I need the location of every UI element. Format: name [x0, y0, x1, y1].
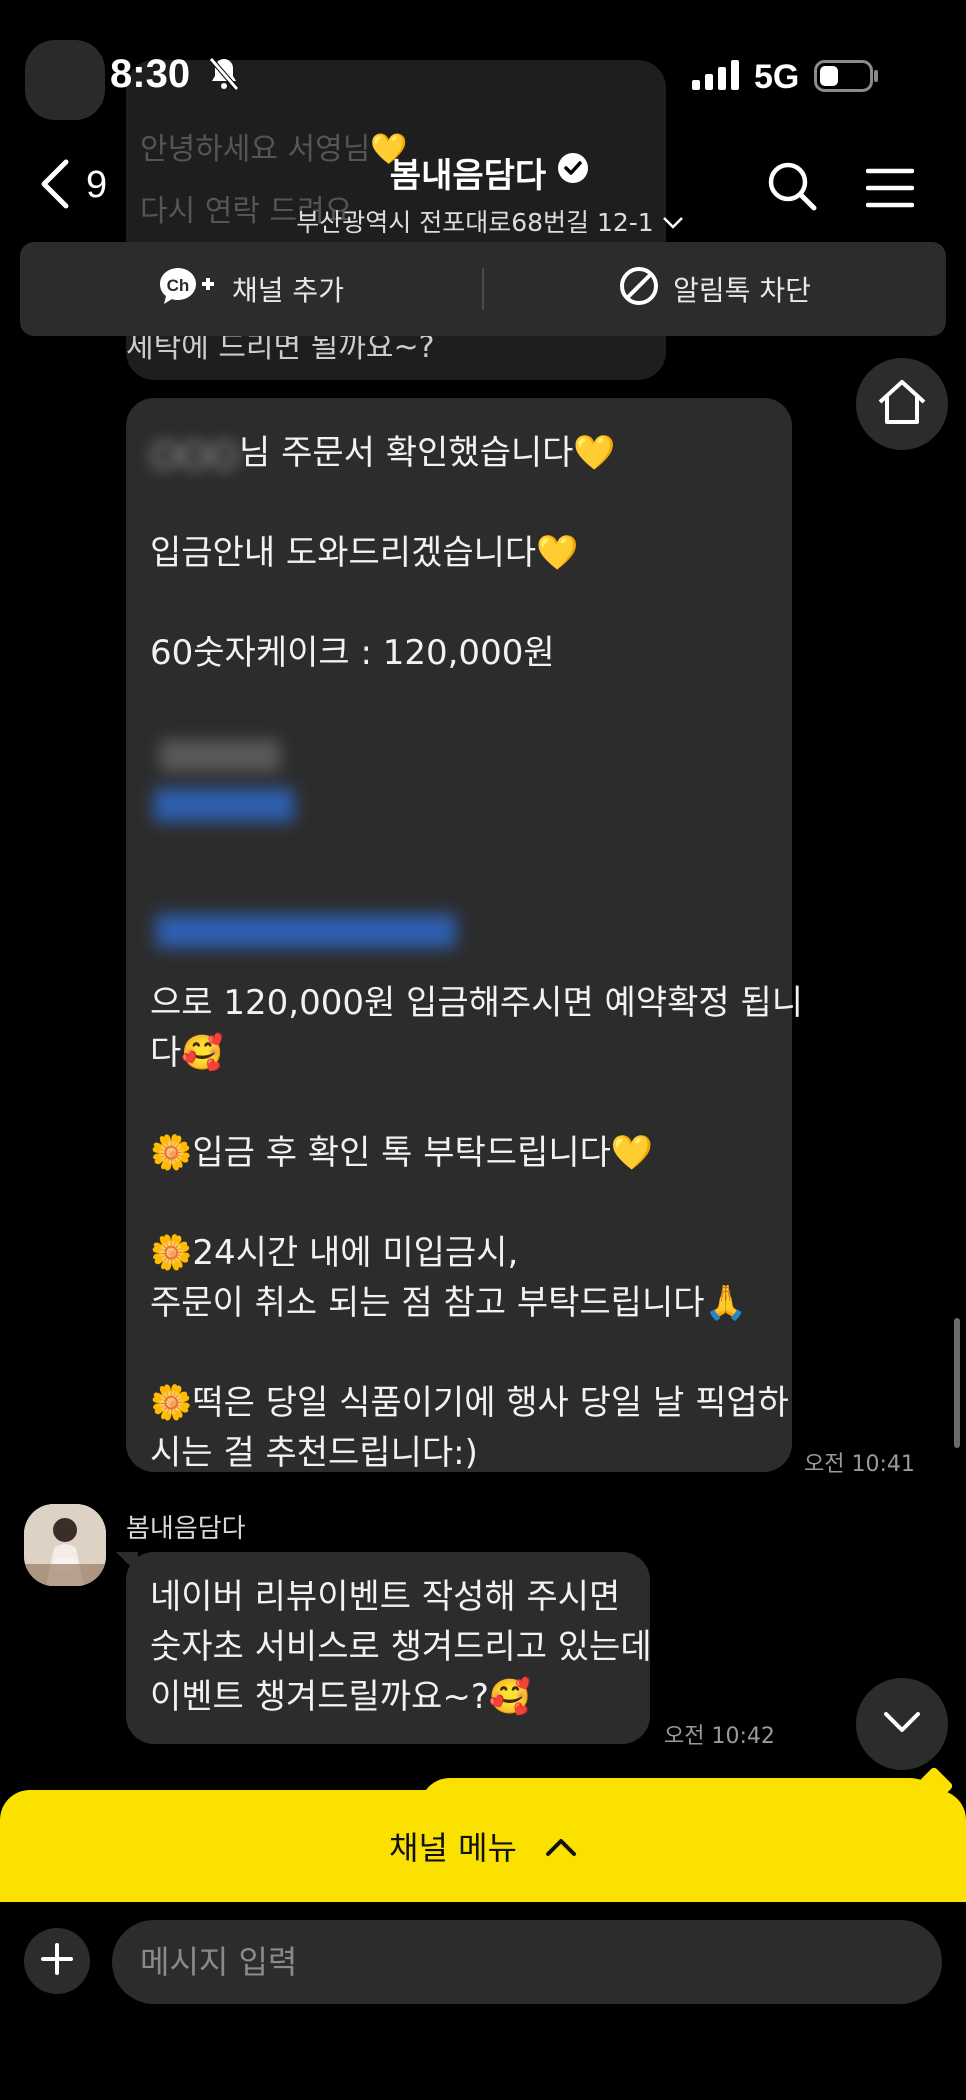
- chat-address: 부산광역시 전포대로68번길 12-1: [296, 208, 654, 237]
- block-alimtalk-label: 알림톡 차단: [673, 274, 811, 307]
- chevron-down-icon: [882, 1710, 922, 1738]
- back-button[interactable]: [38, 158, 72, 214]
- sender-name: 봄내음담다: [126, 1514, 246, 1544]
- message-input[interactable]: [112, 1920, 942, 2004]
- block-alimtalk-button[interactable]: 알림톡 차단: [484, 266, 946, 313]
- unread-count[interactable]: 9: [86, 164, 107, 207]
- redacted-account-number-bar: [156, 914, 456, 948]
- background-avatar: [25, 40, 105, 120]
- plus-icon: [40, 1942, 74, 1980]
- add-channel-label: 채널 추가: [232, 274, 344, 307]
- message-line: 이벤트 챙겨드릴까요~?🥰: [150, 1677, 532, 1717]
- message-line: 🌼입금 후 확인 톡 부탁드립니다💛: [150, 1133, 654, 1173]
- chat-title-row: 봄내음담다: [390, 148, 590, 197]
- bell-muted-icon: [208, 56, 240, 96]
- message-line: ○○○님 주문서 확인했습니다💛: [150, 433, 616, 473]
- message-line: 숫자초 서비스로 챙겨드리고 있는데: [150, 1627, 652, 1667]
- message-line: [150, 478, 768, 528]
- message-bubble[interactable]: ○○○님 주문서 확인했습니다💛 입금안내 도와드리겠습니다💛 60숫자케이크 …: [126, 398, 804, 1473]
- redacted-bank-name: [160, 740, 280, 772]
- chevron-down-icon: [662, 207, 684, 236]
- message-line: [150, 1178, 768, 1228]
- message-time: 오전 10:42: [664, 1724, 775, 1749]
- chat-header[interactable]: 봄내음담다 부산광역시 전포대로68번길 12-1: [260, 148, 720, 239]
- message-line: [150, 1328, 768, 1378]
- channel-add-icon: Ch: [158, 265, 218, 314]
- message-line: 시는 걸 추천드립니다:): [150, 1433, 478, 1473]
- status-time: 8:30: [110, 52, 191, 96]
- battery-icon: [814, 60, 880, 96]
- scroll-down-button[interactable]: [856, 1678, 948, 1770]
- sender-avatar[interactable]: [24, 1504, 106, 1586]
- address-row: 부산광역시 전포대로68번길 12-1: [296, 203, 683, 239]
- menu-icon[interactable]: [865, 168, 915, 212]
- cellular-signal-icon: [692, 60, 740, 94]
- channel-action-bar: Ch 채널 추가 알림톡 차단: [20, 242, 946, 336]
- message-time: 오전 10:41: [804, 1452, 915, 1477]
- redacted-account-holder: [154, 788, 294, 822]
- message-line: [150, 578, 768, 628]
- message-line: 주문이 취소 되는 점 참고 부탁드립니다🙏: [150, 1283, 747, 1323]
- scrollbar[interactable]: [954, 1318, 960, 1448]
- channel-menu-button[interactable]: 채널 메뉴: [0, 1790, 966, 1902]
- home-button[interactable]: [856, 358, 948, 450]
- verified-badge-icon: [556, 151, 590, 194]
- message-line: 네이버 리뷰이벤트 작성해 주시면: [150, 1577, 621, 1617]
- attach-button[interactable]: [24, 1928, 90, 1994]
- chevron-up-icon: [545, 1827, 577, 1865]
- chat-title: 봄내음담다: [389, 156, 547, 196]
- home-icon: [876, 378, 928, 430]
- message-line: [150, 678, 768, 728]
- svg-text:Ch: Ch: [167, 276, 190, 295]
- channel-menu-label: 채널 메뉴: [389, 1829, 517, 1867]
- redacted-account-block: [150, 728, 768, 878]
- block-icon: [619, 266, 659, 313]
- search-icon[interactable]: [766, 160, 818, 216]
- message-bubble[interactable]: 네이버 리뷰이벤트 작성해 주시면 숫자초 서비스로 챙겨드리고 있는데 이벤트…: [126, 1552, 652, 1744]
- message-line: [150, 1078, 768, 1128]
- message-line: 🌼24시간 내에 미입금시,: [150, 1233, 519, 1273]
- redacted-account-number: [150, 878, 768, 978]
- network-type: 5G: [754, 58, 800, 96]
- message-line: 60숫자케이크 : 120,000원: [150, 633, 555, 673]
- message-line: 입금안내 도와드리겠습니다💛: [150, 533, 579, 573]
- add-channel-button[interactable]: Ch 채널 추가: [20, 265, 482, 314]
- message-line: 다🥰: [150, 1033, 224, 1073]
- message-line: 🌼떡은 당일 식품이기에 행사 당일 날 픽업하: [150, 1383, 789, 1423]
- blurred-name: ○○○: [150, 433, 240, 473]
- message-line: 으로 120,000원 입금해주시면 예약확정 됩니: [150, 983, 804, 1023]
